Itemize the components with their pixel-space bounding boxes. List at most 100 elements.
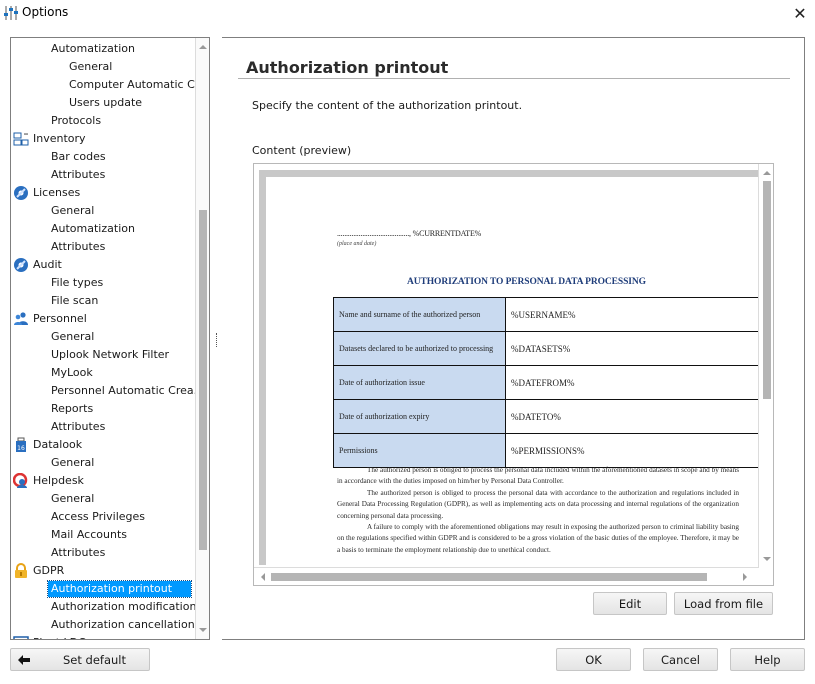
- scroll-down-icon[interactable]: [199, 628, 207, 632]
- table-value: %PERMISSIONS%: [505, 433, 758, 468]
- inventory-network-icon: [13, 132, 29, 146]
- preview-horizontal-scrollbar[interactable]: [254, 567, 759, 585]
- tree-item-label: File scan: [51, 294, 99, 307]
- tree-item-label: Personnel Automatic Crea...: [51, 384, 205, 397]
- scroll-up-icon[interactable]: [763, 171, 771, 175]
- tree-item-protocols[interactable]: Protocols: [11, 112, 196, 130]
- tree-item-label: Reports: [51, 402, 94, 415]
- table-key: Permissions: [333, 433, 506, 468]
- tree-item-automatization[interactable]: Automatization: [11, 40, 196, 58]
- tree-item-label: Users update: [69, 96, 143, 109]
- tree-item-label: Authorization printout: [47, 580, 192, 598]
- tree-item-mylook[interactable]: MyLook: [11, 364, 196, 382]
- tree-item-access-privileges[interactable]: Access Privileges: [11, 508, 196, 526]
- preview-vertical-scrollbar[interactable]: [758, 164, 773, 568]
- tree-item-attributes[interactable]: Attributes: [11, 166, 196, 184]
- scroll-down-icon[interactable]: [763, 557, 771, 561]
- tree-item-label: MyLook: [51, 366, 93, 379]
- tree-item-datalook[interactable]: 16 Datalook: [11, 436, 196, 454]
- tree-item-general[interactable]: General: [11, 58, 196, 76]
- tree-item-computer-automatic-c[interactable]: Computer Automatic C...: [11, 76, 205, 94]
- preview-hscroll-thumb[interactable]: [271, 573, 707, 581]
- tree-item-users-update[interactable]: Users update: [11, 94, 196, 112]
- tree-item-authorization-cancellation[interactable]: Authorization cancellation ...: [11, 616, 209, 634]
- tree-list: Automatization General Computer Automatic …: [11, 40, 209, 639]
- tree-item-label: Personnel: [33, 312, 87, 325]
- tree-item-audit[interactable]: Audit: [11, 256, 196, 274]
- tree-item-licenses[interactable]: Licenses: [11, 184, 196, 202]
- options-tree[interactable]: Automatization General Computer Automatic …: [10, 37, 210, 640]
- tree-item-label: General: [69, 60, 113, 73]
- tree-item-label: Protocols: [51, 114, 102, 127]
- content-preview[interactable]: ........................................…: [253, 163, 774, 586]
- table-key: Name and surname of the authorized perso…: [333, 297, 506, 332]
- tree-item-label: Attributes: [51, 240, 106, 253]
- tree-item-file-scan[interactable]: File scan: [11, 292, 196, 310]
- tree-item-inventory[interactable]: Inventory: [11, 130, 196, 148]
- tree-item-personnel[interactable]: Personnel: [11, 310, 196, 328]
- ok-button[interactable]: OK: [556, 648, 631, 671]
- tree-item-label: Uplook Network Filter: [51, 348, 170, 361]
- tree-scrollbar[interactable]: [195, 38, 209, 639]
- tree-item-personnel-automatic-crea[interactable]: Personnel Automatic Crea...: [11, 382, 204, 400]
- tree-item-automatization[interactable]: Automatization: [11, 220, 196, 238]
- tree-item-authorization-modification[interactable]: Authorization modification...: [11, 598, 207, 616]
- doc-table: Name and surname of the authorized perso…: [333, 297, 758, 468]
- doc-paragraph: A failure to comply with the aforementio…: [337, 523, 739, 554]
- set-default-button[interactable]: Set default: [10, 648, 150, 671]
- tree-item-attributes[interactable]: Attributes: [11, 238, 196, 256]
- tree-scroll-thumb[interactable]: [199, 210, 207, 550]
- tree-item-helpdesk[interactable]: Helpdesk: [11, 472, 196, 490]
- splitter-handle[interactable]: [216, 333, 217, 347]
- settings-panel: Authorization printout Specify the conte…: [222, 37, 805, 640]
- tree-item-reports[interactable]: Reports: [11, 400, 196, 418]
- doc-paragraph: The authorized person is obliged to proc…: [337, 488, 739, 520]
- load-from-file-button[interactable]: Load from file: [674, 592, 773, 615]
- scroll-left-icon[interactable]: [261, 573, 265, 581]
- table-row: Name and surname of the authorized perso…: [333, 297, 758, 332]
- tree-item-label: Mail Accounts: [51, 528, 127, 541]
- tree-item-general[interactable]: General: [11, 328, 196, 346]
- table-value: %DATETO%: [505, 399, 758, 434]
- table-row: Date of authorization expiry %DATETO%: [333, 399, 758, 434]
- tree-item-authorization-printout[interactable]: Authorization printout: [11, 580, 196, 598]
- close-icon: ✕: [793, 3, 807, 23]
- tree-item-uplook-network-filter[interactable]: Uplook Network Filter: [11, 346, 196, 364]
- table-row: Datasets declared to be authorized to pr…: [333, 331, 758, 366]
- edit-button[interactable]: Edit: [593, 592, 667, 615]
- tree-item-label: Attributes: [51, 420, 106, 433]
- preview-vscroll-thumb[interactable]: [763, 181, 771, 399]
- tree-item-general[interactable]: General: [11, 202, 196, 220]
- help-button[interactable]: Help: [730, 648, 805, 671]
- cancel-button[interactable]: Cancel: [643, 648, 718, 671]
- window-title: Options: [22, 5, 69, 19]
- arrow-left-icon: [18, 655, 30, 665]
- tree-item-label: General: [51, 330, 95, 343]
- tree-item-gdpr[interactable]: GDPR: [11, 562, 196, 580]
- tree-item-label: Audit: [33, 258, 62, 271]
- table-key: Datasets declared to be authorized to pr…: [333, 331, 506, 366]
- tree-item-label: GDPR: [33, 564, 65, 577]
- close-button[interactable]: ✕: [785, 0, 815, 26]
- tree-item-file-types[interactable]: File types: [11, 274, 196, 292]
- usb-drive-icon: 16: [16, 437, 26, 452]
- tree-item-general[interactable]: General: [11, 454, 196, 472]
- tree-item-label: Licenses: [33, 186, 81, 199]
- tree-item-attributes[interactable]: Attributes: [11, 544, 196, 562]
- tree-item-general[interactable]: General: [11, 490, 196, 508]
- tree-item-label: Access Privileges: [51, 510, 146, 523]
- tree-item-attributes[interactable]: Attributes: [11, 418, 196, 436]
- scroll-right-icon[interactable]: [743, 573, 747, 581]
- title-bar: Options ✕: [0, 0, 815, 26]
- svg-text:16: 16: [17, 445, 25, 452]
- tree-item-pivot-ldc[interactable]: Pivot LDC: [11, 634, 196, 639]
- scroll-up-icon[interactable]: [199, 45, 207, 49]
- document-viewport: ........................................…: [259, 170, 758, 565]
- table-key: Date of authorization expiry: [333, 399, 506, 434]
- tree-item-label: Authorization cancellation ...: [51, 618, 209, 631]
- tree-item-label: Inventory: [33, 132, 86, 145]
- tree-item-bar-codes[interactable]: Bar codes: [11, 148, 196, 166]
- padlock-icon: [15, 563, 27, 578]
- tree-item-label: Authorization modification...: [51, 600, 207, 613]
- tree-item-mail-accounts[interactable]: Mail Accounts: [11, 526, 196, 544]
